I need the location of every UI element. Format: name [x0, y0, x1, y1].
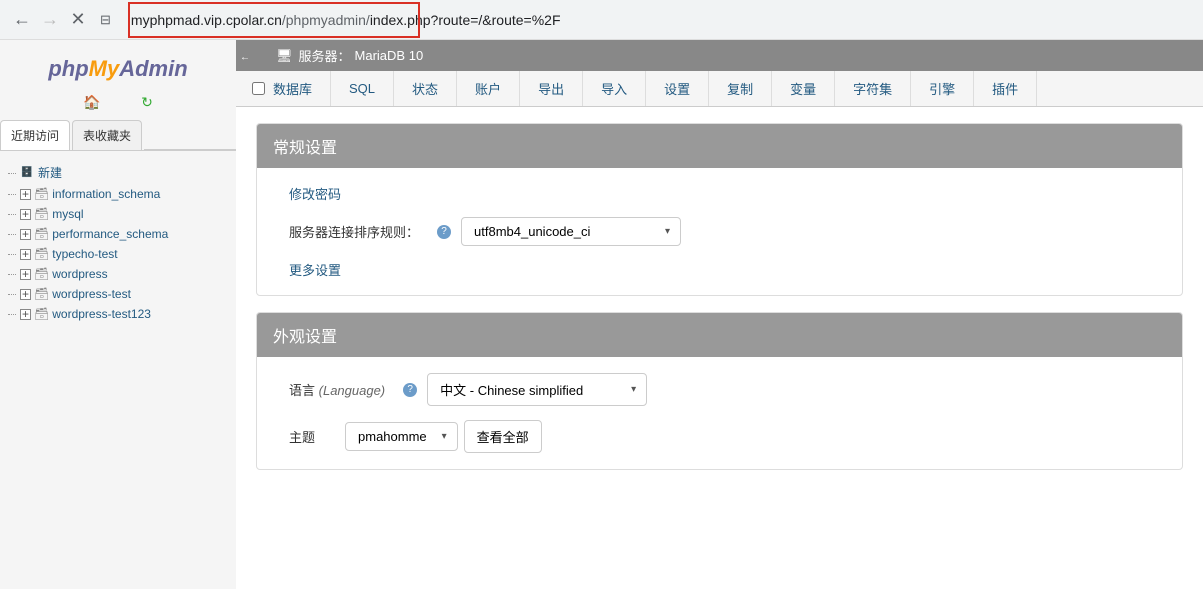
db-item[interactable]: +🗃wordpress-test123 — [0, 304, 236, 324]
language-label: 语言 (Language) — [289, 380, 385, 399]
tab-recent[interactable]: 近期访问 — [0, 120, 70, 150]
collation-select[interactable]: utf8mb4_unicode_ci ▾ — [461, 217, 681, 246]
expand-icon[interactable]: + — [20, 289, 31, 300]
appearance-settings-panel: 外观设置 语言 (Language) ? 中文 - Chinese simpli… — [256, 312, 1183, 470]
database-icon: 🗃 — [34, 267, 49, 281]
nav-plugins[interactable]: 插件 — [974, 71, 1037, 106]
db-item[interactable]: +🗃performance_schema — [0, 224, 236, 244]
collation-label: 服务器连接排序规则： — [289, 222, 419, 241]
db-item[interactable]: +🗃typecho-test — [0, 244, 236, 264]
database-icon: 🗃 — [34, 187, 49, 201]
nav-status[interactable]: 状态 — [394, 71, 457, 106]
annotation-highlight — [128, 2, 420, 38]
new-db-icon: 🗄️ — [20, 166, 34, 180]
chevron-down-icon: ▾ — [442, 431, 447, 442]
general-settings-panel: 常规设置 修改密码 服务器连接排序规则： ? utf8mb4_unicode_c… — [256, 123, 1183, 296]
chevron-down-icon: ▾ — [665, 226, 670, 237]
db-item[interactable]: +🗃information_schema — [0, 184, 236, 204]
database-tree: 🗄️ 新建 +🗃information_schema +🗃mysql +🗃per… — [0, 151, 236, 334]
nav-variables[interactable]: 变量 — [772, 71, 835, 106]
sidebar: phpMyAdmin 🏠 ↻ 近期访问 表收藏夹 🗄️ 新建 +🗃informa… — [0, 40, 236, 589]
expand-icon[interactable]: + — [20, 209, 31, 220]
sidebar-tabs: 近期访问 表收藏夹 — [0, 120, 236, 151]
server-icon: 🖥 — [276, 48, 293, 64]
nav-sql[interactable]: SQL — [331, 71, 394, 106]
top-navigation: 数据库 SQL 状态 账户 导出 导入 设置 复制 变量 字符集 引擎 插件 — [236, 71, 1203, 107]
app-content: phpMyAdmin 🏠 ↻ 近期访问 表收藏夹 🗄️ 新建 +🗃informa… — [0, 40, 1203, 589]
database-icon: 🗃 — [34, 227, 49, 241]
database-icon: 🗃 — [34, 287, 49, 301]
logo-admin: Admin — [119, 56, 187, 81]
chevron-down-icon: ▾ — [631, 384, 636, 395]
nav-databases[interactable]: 数据库 — [236, 71, 331, 106]
change-password-link[interactable]: 修改密码 — [289, 184, 1150, 203]
db-item[interactable]: +🗃wordpress — [0, 264, 236, 284]
logo-php: php — [48, 56, 88, 81]
expand-icon[interactable]: + — [20, 189, 31, 200]
nav-replication[interactable]: 复制 — [709, 71, 772, 106]
theme-label: 主题 — [289, 427, 315, 446]
nav-charsets[interactable]: 字符集 — [835, 71, 911, 106]
new-database[interactable]: 🗄️ 新建 — [0, 161, 236, 184]
db-item[interactable]: +🗃mysql — [0, 204, 236, 224]
site-info-icon[interactable]: ⊟ — [100, 12, 111, 28]
more-settings-link[interactable]: 更多设置 — [289, 260, 1150, 279]
nav-settings[interactable]: 设置 — [646, 71, 709, 106]
server-name[interactable]: MariaDB 10 — [355, 48, 424, 63]
expand-icon[interactable]: + — [20, 309, 31, 320]
collapse-sidebar-button[interactable]: ← — [236, 50, 254, 65]
view-all-themes-button[interactable]: 查看全部 — [464, 420, 542, 453]
browser-toolbar: ← → ✕ ⊟ myphpmad.vip.cpolar.cn/phpmyadmi… — [0, 0, 1203, 40]
stop-button[interactable]: ✕ — [64, 6, 92, 34]
general-settings-title: 常规设置 — [257, 124, 1182, 168]
back-button[interactable]: ← — [8, 6, 36, 34]
theme-select[interactable]: pmahomme ▾ — [345, 422, 458, 451]
nav-import[interactable]: 导入 — [583, 71, 646, 106]
help-icon[interactable]: ? — [403, 383, 417, 397]
db-item[interactable]: +🗃wordpress-test — [0, 284, 236, 304]
select-all-checkbox[interactable] — [252, 82, 265, 95]
main-area: ← 🖥 服务器： MariaDB 10 数据库 SQL 状态 账户 导出 导入 … — [236, 40, 1203, 589]
server-breadcrumb: 🖥 服务器： MariaDB 10 — [236, 40, 1203, 71]
logo-my: My — [89, 56, 120, 81]
nav-engines[interactable]: 引擎 — [911, 71, 974, 106]
forward-button[interactable]: → — [36, 6, 64, 34]
expand-icon[interactable]: + — [20, 229, 31, 240]
help-icon[interactable]: ? — [437, 225, 451, 239]
database-icon: 🗃 — [34, 207, 49, 221]
sidebar-quick-icons: 🏠 ↻ — [0, 90, 236, 120]
home-icon[interactable]: 🏠 — [83, 94, 100, 110]
expand-icon[interactable]: + — [20, 249, 31, 260]
collation-row: 服务器连接排序规则： ? utf8mb4_unicode_ci ▾ — [289, 217, 1150, 246]
theme-row: 主题 pmahomme ▾ 查看全部 — [289, 420, 1150, 453]
language-select[interactable]: 中文 - Chinese simplified ▾ — [427, 373, 647, 406]
expand-icon[interactable]: + — [20, 269, 31, 280]
server-label: 服务器： — [299, 46, 351, 65]
logo[interactable]: phpMyAdmin — [0, 40, 236, 90]
nav-export[interactable]: 导出 — [520, 71, 583, 106]
database-icon: 🗃 — [34, 307, 49, 321]
database-icon: 🗃 — [34, 247, 49, 261]
refresh-icon[interactable]: ↻ — [141, 94, 153, 110]
tab-favorites[interactable]: 表收藏夹 — [72, 120, 142, 150]
nav-accounts[interactable]: 账户 — [457, 71, 520, 106]
appearance-settings-title: 外观设置 — [257, 313, 1182, 357]
language-row: 语言 (Language) ? 中文 - Chinese simplified … — [289, 373, 1150, 406]
